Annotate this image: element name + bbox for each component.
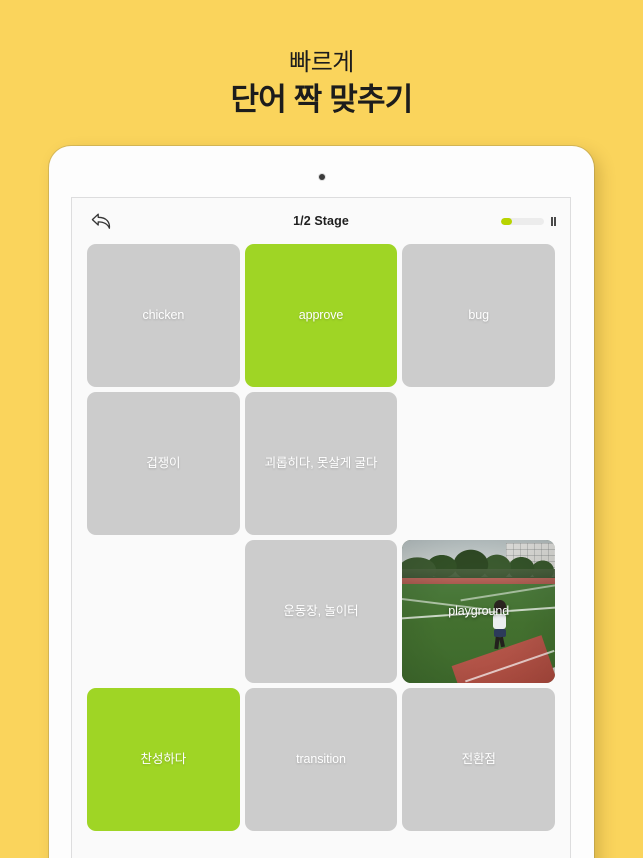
word-tile-empty	[87, 540, 240, 683]
promo-heading: 빠르게 단어 짝 맞추기	[0, 48, 643, 119]
word-tile-label: bug	[468, 308, 489, 323]
word-tile-label: 운동장, 놀이터	[283, 604, 359, 619]
word-tile[interactable]: approve	[244, 244, 398, 387]
word-tile[interactable]: 겁쟁이	[87, 392, 240, 535]
word-tile[interactable]: 찬성하다	[87, 688, 240, 831]
word-tile[interactable]: chicken	[87, 244, 240, 387]
stage-title: 1/2 Stage	[293, 214, 349, 228]
header-controls	[500, 216, 556, 226]
word-tile-label: 괴롭히다, 못살게 굴다	[264, 456, 378, 471]
promo-subtitle: 빠르게	[289, 49, 354, 76]
word-tile[interactable]: 전환점	[402, 688, 555, 831]
word-tile-label: playground	[448, 604, 510, 619]
word-tile-photo[interactable]: playground	[402, 540, 555, 683]
word-tile-label: 전환점	[461, 752, 496, 767]
word-tile[interactable]: 괴롭히다, 못살게 굴다	[244, 392, 398, 535]
word-tile[interactable]: transition	[244, 688, 398, 831]
pause-icon[interactable]	[550, 216, 556, 226]
word-tile[interactable]: bug	[402, 244, 555, 387]
progress-bar[interactable]	[500, 217, 544, 225]
app-header: 1/2 Stage	[72, 198, 570, 244]
camera-dot-icon	[318, 174, 325, 180]
word-tile-empty	[402, 392, 555, 535]
app-screen: 1/2 Stage chicken approve bug 겁쟁이 괴롭히다, …	[71, 197, 571, 858]
progress-fill	[500, 217, 512, 225]
back-arrow-icon[interactable]	[86, 206, 116, 236]
word-tile-label: 겁쟁이	[146, 456, 181, 471]
word-tile-label: approve	[298, 308, 344, 323]
word-tile-label: transition	[296, 752, 346, 767]
word-tile-label: 찬성하다	[140, 752, 187, 767]
tablet-device: 1/2 Stage chicken approve bug 겁쟁이 괴롭히다, …	[49, 146, 594, 858]
word-match-grid: chicken approve bug 겁쟁이 괴롭히다, 못살게 굴다 운동장…	[72, 244, 570, 831]
word-tile[interactable]: 운동장, 놀이터	[244, 540, 398, 683]
word-tile-label: chicken	[142, 308, 185, 323]
promo-title: 단어 짝 맞추기	[230, 82, 414, 117]
